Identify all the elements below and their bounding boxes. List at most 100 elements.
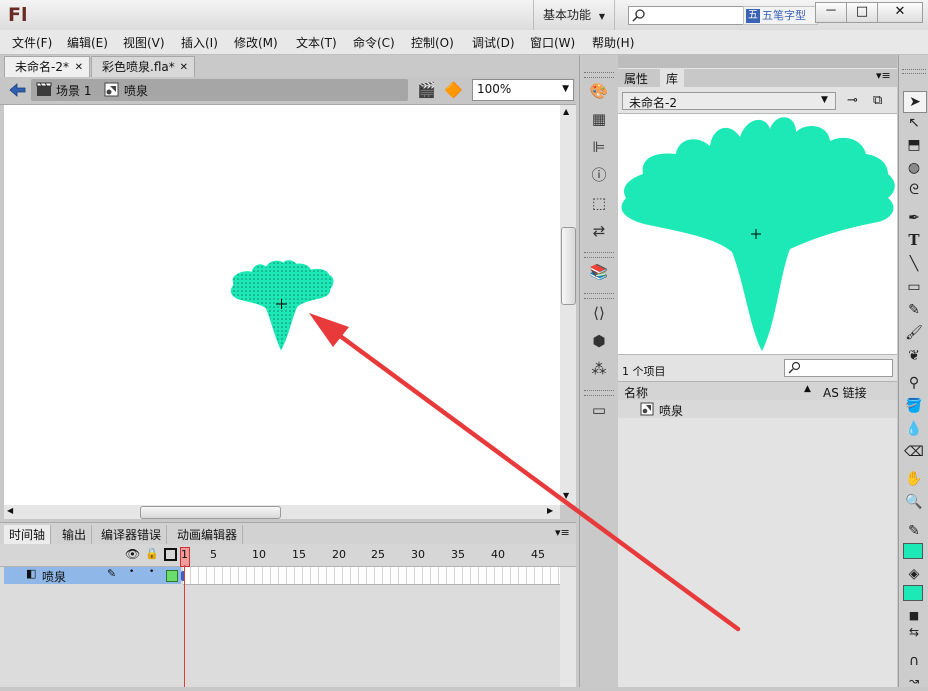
edit-scene-icon[interactable]: 🔶 [444, 81, 463, 99]
dock-grip[interactable] [584, 72, 614, 78]
line-tool-icon[interactable]: ╲ [903, 254, 925, 274]
layer-name[interactable]: 喷泉 [42, 568, 66, 585]
motion-presets-icon[interactable]: ⇄ [588, 221, 610, 241]
color-icon[interactable]: 🎨 [588, 81, 610, 101]
lock-icon[interactable]: 🔒 [145, 547, 159, 560]
info-icon[interactable]: ⓘ [588, 165, 610, 185]
menu-text[interactable]: 文本(T) [296, 34, 337, 51]
deco-tool-icon[interactable]: ❦ [903, 346, 925, 366]
transform-icon[interactable]: ⬚ [588, 193, 610, 213]
behaviors-icon[interactable]: ⁂ [588, 359, 610, 379]
stage[interactable] [4, 105, 560, 505]
scroll-down-icon[interactable]: ▼ [563, 491, 569, 500]
tab-output[interactable]: 输出 [57, 525, 93, 545]
code-snippets-icon[interactable]: ⟨⟩ [588, 303, 610, 323]
fountain-shape-selected[interactable] [230, 260, 334, 351]
tab-properties[interactable]: 属性 [624, 70, 648, 87]
scroll-left-icon[interactable]: ◀ [7, 506, 13, 515]
menu-window[interactable]: 窗口(W) [530, 34, 575, 51]
menu-insert[interactable]: 插入(I) [181, 34, 218, 51]
workspace-switcher[interactable]: 基本功能 ▼ [533, 0, 615, 30]
pencil-tool-icon[interactable]: ✎ [903, 300, 925, 320]
layer-row[interactable]: ◧ 喷泉 ✎ • • [4, 567, 181, 584]
tools-grip[interactable] [902, 69, 926, 74]
panel-menu-icon[interactable]: ▾≡ [876, 69, 891, 82]
pen-tool-icon[interactable]: ✒ [903, 208, 925, 228]
frame-track[interactable] [183, 567, 560, 585]
outline-icon[interactable] [164, 548, 177, 561]
free-transform-tool-icon[interactable]: ⬒ [903, 135, 925, 155]
dock-grip[interactable] [584, 390, 614, 396]
menu-debug[interactable]: 调试(D) [472, 34, 515, 51]
scene-label[interactable]: 场景 1 [56, 82, 91, 99]
dock-grip[interactable] [584, 293, 614, 299]
symbol-label[interactable]: 喷泉 [124, 82, 148, 99]
pin-library-icon[interactable]: ⊸ [847, 93, 858, 108]
tab-library[interactable]: 库 [660, 69, 685, 88]
brush-tool-icon[interactable]: 🖌 [903, 323, 925, 343]
scroll-up-icon[interactable]: ▲ [563, 107, 569, 116]
doc-tab-fountain[interactable]: 彩色喷泉.fla* ✕ [91, 56, 195, 77]
menu-control[interactable]: 控制(O) [411, 34, 454, 51]
column-name[interactable]: 名称 [624, 384, 648, 401]
new-library-panel-icon[interactable]: ⧉ [873, 93, 882, 108]
tab-motion-editor[interactable]: 动画编辑器 [172, 525, 244, 545]
close-icon[interactable]: ✕ [75, 57, 83, 78]
menu-file[interactable]: 文件(F) [12, 34, 52, 51]
align-icon[interactable]: ⊫ [588, 137, 610, 157]
tab-timeline[interactable]: 时间轴 [4, 525, 52, 545]
menu-help[interactable]: 帮助(H) [592, 34, 634, 51]
visibility-dot-icon[interactable]: • [129, 567, 134, 577]
lock-dot-icon[interactable]: • [149, 567, 154, 577]
selection-tool-icon[interactable]: ➤ [903, 91, 927, 113]
panel-title-grip[interactable] [618, 55, 897, 68]
swatches-icon[interactable]: ▦ [588, 109, 610, 129]
eraser-tool-icon[interactable]: ⌫ [903, 442, 925, 462]
text-tool-icon[interactable]: T [903, 231, 925, 251]
3d-rotation-tool-icon[interactable]: ◍ [903, 158, 925, 178]
close-button[interactable]: ✕ [877, 2, 923, 23]
smooth-icon[interactable]: ↝ [903, 671, 925, 691]
bone-tool-icon[interactable]: ⚲ [903, 373, 925, 393]
column-as-linkage[interactable]: AS 链接 [823, 384, 867, 401]
hand-tool-icon[interactable]: ✋ [903, 469, 925, 489]
edit-symbols-icon[interactable]: 🎬 [417, 81, 436, 99]
zoom-tool-icon[interactable]: 🔍 [903, 492, 925, 512]
eye-icon[interactable]: 👁 [125, 547, 140, 561]
zoom-select[interactable]: 100% ▼ [472, 79, 574, 101]
rectangle-tool-icon[interactable]: ▭ [903, 277, 925, 297]
sort-icon[interactable]: ▲ [804, 384, 811, 394]
library-search-input[interactable] [784, 359, 893, 377]
menu-commands[interactable]: 命令(C) [353, 34, 395, 51]
stage-horizontal-scrollbar[interactable]: ◀ ▶ [4, 505, 560, 519]
swap-colors-icon[interactable]: ⇆ [903, 622, 925, 642]
stage-vertical-scrollbar[interactable]: ▲ ▼ [560, 105, 576, 505]
menu-view[interactable]: 视图(V) [123, 34, 165, 51]
paint-bucket-tool-icon[interactable]: 🪣 [903, 396, 925, 416]
ime-indicator[interactable]: 五五笔字型 [743, 6, 818, 25]
subselection-tool-icon[interactable]: ↖ [903, 113, 925, 133]
scroll-right-icon[interactable]: ▶ [547, 506, 553, 515]
layer-outline-color[interactable] [166, 570, 178, 582]
minimize-button[interactable]: － [815, 2, 847, 23]
library-item-row[interactable]: 喷泉 [618, 400, 897, 418]
library-icon[interactable]: 📚 [588, 262, 610, 282]
menu-modify[interactable]: 修改(M) [234, 34, 278, 51]
snap-magnet-icon[interactable]: ∩ [903, 651, 925, 671]
screens-icon[interactable]: ▭ [588, 400, 610, 420]
vertical-scroll-thumb[interactable] [561, 227, 576, 305]
timeline-scrollbar[interactable] [560, 567, 576, 687]
horizontal-scroll-thumb[interactable] [140, 506, 281, 519]
doc-tab-untitled-2[interactable]: 未命名-2* ✕ [4, 56, 90, 77]
dock-grip[interactable] [584, 252, 614, 258]
components-icon[interactable]: ⬢ [588, 331, 610, 351]
tab-compiler-errors[interactable]: 编译器错误 [96, 525, 168, 545]
back-arrow-icon[interactable] [9, 83, 26, 97]
maximize-button[interactable]: □ [846, 2, 878, 23]
eyedropper-tool-icon[interactable]: 💧 [903, 419, 925, 439]
fill-color-icon[interactable] [903, 585, 923, 601]
menu-edit[interactable]: 编辑(E) [67, 34, 108, 51]
close-icon[interactable]: ✕ [180, 57, 188, 78]
library-document-select[interactable]: 未命名-2 ▼ [622, 92, 836, 110]
panel-menu-icon[interactable]: ▾≡ [555, 526, 570, 539]
